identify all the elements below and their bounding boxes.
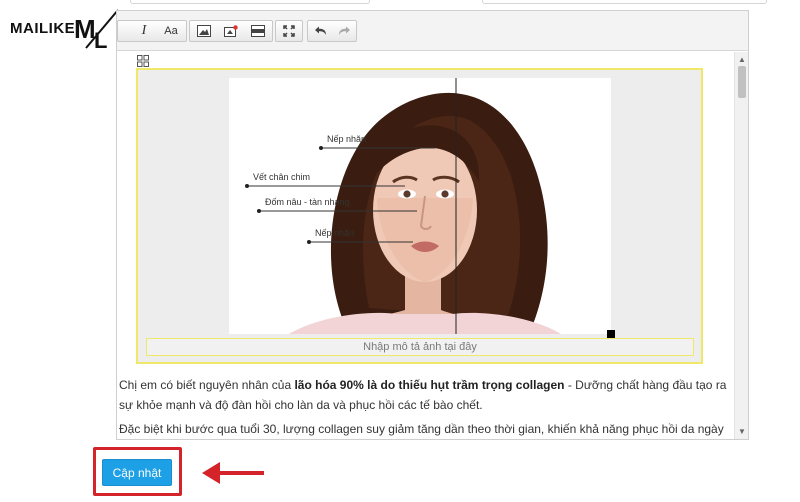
redo-icon[interactable]	[332, 20, 356, 42]
annotation-dark-spots: Đốm nâu - tàn nhang	[265, 197, 350, 207]
editor-toolbar: I Aa	[117, 11, 748, 51]
article-paragraph-2: Đặc biệt khi bước qua tuổi 30, lượng col…	[119, 422, 724, 436]
face-photo[interactable]: Nếp nhăn Vết chân chim Đốm nâu - tàn nha…	[229, 78, 611, 334]
annotation-crows-feet: Vết chân chim	[253, 172, 310, 182]
article-paragraph-1: Chị em có biết nguyên nhân của lão hóa 9…	[117, 375, 735, 415]
horizontal-rule-icon[interactable]	[244, 20, 272, 42]
scroll-thumb[interactable]	[738, 66, 746, 98]
scroll-down-icon[interactable]: ▼	[738, 427, 746, 436]
image-figure[interactable]: Nếp nhăn Vết chân chim Đốm nâu - tàn nha…	[136, 68, 703, 364]
screen: MAILIKE M L I Aa Nếp nhăn Vết chân chim …	[0, 0, 800, 502]
image-icon[interactable]	[190, 20, 217, 42]
fullscreen-icon[interactable]	[276, 20, 302, 42]
annotation-wrinkle-top: Nếp nhăn	[327, 134, 366, 144]
editor-content[interactable]: Nếp nhăn Vết chân chim Đốm nâu - tàn nha…	[117, 52, 735, 439]
update-button[interactable]: Cập nhật	[102, 459, 172, 486]
para1-bold: lão hóa 90% là do thiếu hụt trầm trọng c…	[294, 378, 565, 392]
logo-text: MAILIKE	[10, 20, 76, 37]
italic-button[interactable]: I	[131, 20, 157, 42]
scroll-up-icon[interactable]: ▲	[738, 55, 746, 64]
caption-input[interactable]: Nhập mô tả ảnh tại đây	[146, 338, 694, 356]
top-input-right[interactable]	[482, 0, 767, 4]
font-size-button[interactable]: Aa	[157, 20, 185, 42]
top-input-left[interactable]	[130, 0, 370, 4]
brand-logo: MAILIKE M L	[10, 8, 125, 52]
update-button-highlight: Cập nhật	[93, 447, 182, 496]
image-resize-handle[interactable]	[607, 330, 615, 338]
media-icon[interactable]	[217, 20, 244, 42]
annotation-wrinkle-bottom: Nếp nhăn	[315, 228, 354, 238]
para1-start: Chị em có biết nguyên nhân của	[119, 378, 295, 392]
undo-icon[interactable]	[308, 20, 332, 42]
pointer-arrow-icon	[202, 462, 264, 484]
editor-scrollbar[interactable]: ▲ ▼	[734, 52, 748, 439]
move-handle-icon[interactable]	[137, 55, 149, 67]
rich-text-editor: I Aa Nếp nhăn Vết chân chim Đốm nâu - tà…	[116, 10, 749, 440]
